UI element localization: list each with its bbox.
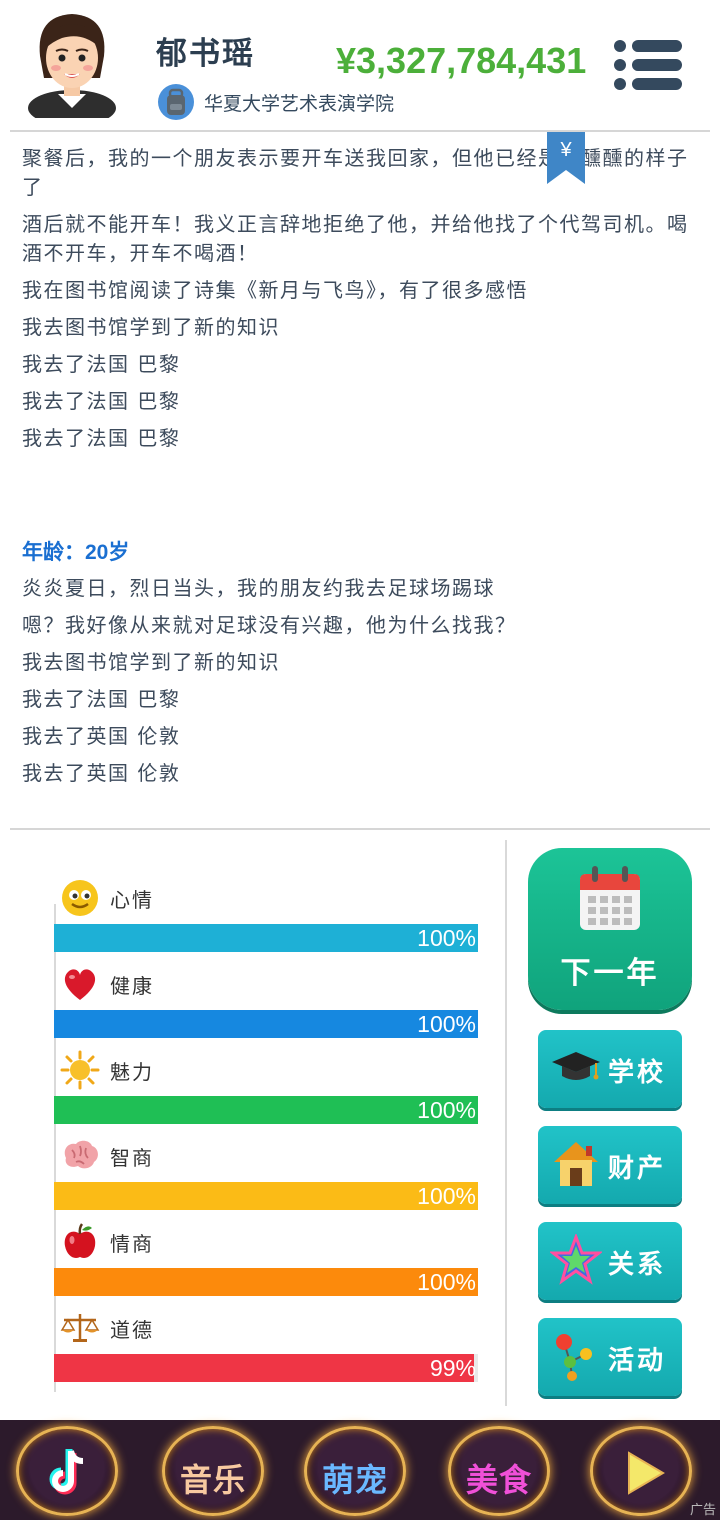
activity-icon	[556, 1334, 592, 1381]
school-info: 华夏大学艺术表演学院	[158, 84, 394, 120]
log-line: 我去了法国 巴黎	[22, 352, 181, 376]
relations-label: 关系	[608, 1250, 667, 1280]
log-line: 我去了法国 巴黎	[22, 389, 181, 413]
heart-icon	[64, 969, 96, 1000]
stat-value: 100%	[417, 1097, 476, 1123]
next-year-label: 下一年	[560, 956, 660, 991]
food-label: 美食	[465, 1461, 532, 1499]
stat-charm: 魅力 100%	[54, 1042, 480, 1128]
smiley-icon	[62, 880, 98, 916]
stat-bar-fill	[54, 1096, 478, 1124]
stat-bar-fill	[54, 924, 478, 952]
stat-label: 心情	[110, 888, 154, 912]
log-line: 我在图书馆阅读了诗集《新月与飞鸟》，有了很多感悟	[22, 278, 528, 302]
log-line: 炎炎夏日，烈日当头，我的朋友约我去足球场踢球	[22, 576, 495, 600]
log-line: 我去图书馆学到了新的知识	[22, 650, 280, 674]
house-icon	[554, 1142, 598, 1186]
relations-button[interactable]: 关系	[538, 1222, 682, 1300]
log-line: 我去了英国 伦敦	[22, 761, 181, 785]
calendar-icon	[580, 866, 640, 930]
school-button[interactable]: 学校	[538, 1030, 682, 1108]
log-line: 我去了法国 巴黎	[22, 687, 181, 711]
menu-icon[interactable]	[612, 38, 684, 92]
pets-label: 萌宠	[321, 1461, 388, 1499]
next-year-button[interactable]: 下一年	[528, 848, 692, 1010]
panel-divider	[505, 840, 507, 1406]
money-amount: ¥3,327,784,431	[336, 40, 587, 81]
stat-mood: 心情 100%	[54, 870, 480, 956]
sun-icon	[60, 1050, 100, 1090]
stats-panel: 心情 100% 健康 100% 魅力 100% 智商 100% 情商 100% …	[54, 862, 480, 1390]
stat-label: 健康	[110, 974, 154, 998]
log-line: 我去图书馆学到了新的知识	[22, 315, 280, 339]
graduation-cap-icon	[552, 1052, 600, 1080]
bottom-bar: 音乐 萌宠 美食 广告	[0, 1420, 720, 1520]
event-log-bottom: 炎炎夏日，烈日当头，我的朋友约我去足球场踢球 嗯？我好像从来就对足球没有兴趣，他…	[22, 574, 702, 796]
header-divider	[10, 130, 710, 132]
log-line: 聚餐后，我的一个朋友表示要开车送我回家，但他已经是醉醺醺的样子了	[22, 146, 689, 199]
avatar[interactable]	[22, 8, 122, 118]
music-button[interactable]: 音乐	[162, 1426, 264, 1516]
stat-bar: 100%	[54, 1182, 478, 1210]
header: 郁书瑶 ¥3,327,784,431 华夏大学艺术表演学院	[0, 0, 720, 132]
log-line: 酒后就不能开车！我义正言辞地拒绝了他，并给他找了个代驾司机。喝酒不开车，开车不喝…	[22, 212, 689, 265]
stat-bar-fill	[54, 1268, 478, 1296]
school-name: 华夏大学艺术表演学院	[204, 92, 395, 115]
property-button[interactable]: 财产	[538, 1126, 682, 1204]
food-button[interactable]: 美食	[448, 1426, 550, 1516]
stat-bar-fill	[54, 1182, 478, 1210]
apple-icon	[64, 1223, 96, 1258]
stat-eq: 情商 100%	[54, 1214, 480, 1300]
music-label: 音乐	[179, 1461, 246, 1499]
stat-value: 100%	[417, 1269, 476, 1295]
pets-button[interactable]: 萌宠	[304, 1426, 406, 1516]
scales-icon	[60, 1314, 100, 1342]
stat-label: 道德	[110, 1318, 154, 1342]
star-icon	[550, 1234, 602, 1285]
brain-icon	[64, 1140, 98, 1169]
stat-bar-fill	[54, 1354, 474, 1382]
stat-value: 100%	[417, 925, 476, 951]
section-divider	[10, 828, 710, 830]
stat-iq: 智商 100%	[54, 1128, 480, 1214]
stat-morality: 道德 99%	[54, 1300, 480, 1386]
stat-bar: 100%	[54, 1268, 478, 1296]
stat-bar-fill	[54, 1010, 478, 1038]
play-icon	[628, 1451, 665, 1495]
bookmark-symbol: ¥	[559, 139, 572, 161]
age-heading: 年龄：20岁	[22, 541, 130, 564]
tiktok-button[interactable]	[16, 1426, 118, 1516]
stat-value: 99%	[429, 1355, 476, 1381]
property-label: 财产	[608, 1154, 667, 1184]
tiktok-icon	[49, 1449, 84, 1495]
log-line: 我去了英国 伦敦	[22, 724, 181, 748]
stat-label: 魅力	[110, 1060, 154, 1084]
stat-bar: 99%	[54, 1354, 478, 1382]
stat-bar: 100%	[54, 924, 478, 952]
stat-label: 智商	[110, 1146, 154, 1170]
stat-label: 情商	[110, 1232, 154, 1256]
stat-health: 健康 100%	[54, 956, 480, 1042]
ad-label: 广告	[689, 1503, 716, 1518]
play-button[interactable]	[590, 1426, 692, 1516]
stat-bar: 100%	[54, 1010, 478, 1038]
stat-value: 100%	[417, 1011, 476, 1037]
stat-value: 100%	[417, 1183, 476, 1209]
activity-label: 活动	[608, 1346, 667, 1376]
log-line: 我去了法国 巴黎	[22, 426, 181, 450]
log-line: 嗯？我好像从来就对足球没有兴趣，他为什么找我？	[22, 613, 517, 637]
activity-button[interactable]: 活动	[538, 1318, 682, 1396]
bookmark-icon[interactable]: ¥	[547, 132, 585, 184]
event-log-top: 聚餐后，我的一个朋友表示要开车送我回家，但他已经是醉醺醺的样子了 酒后就不能开车…	[22, 144, 702, 461]
player-name: 郁书瑶	[156, 36, 255, 72]
backpack-icon	[158, 84, 194, 120]
school-label: 学校	[608, 1058, 667, 1088]
stat-bar: 100%	[54, 1096, 478, 1124]
